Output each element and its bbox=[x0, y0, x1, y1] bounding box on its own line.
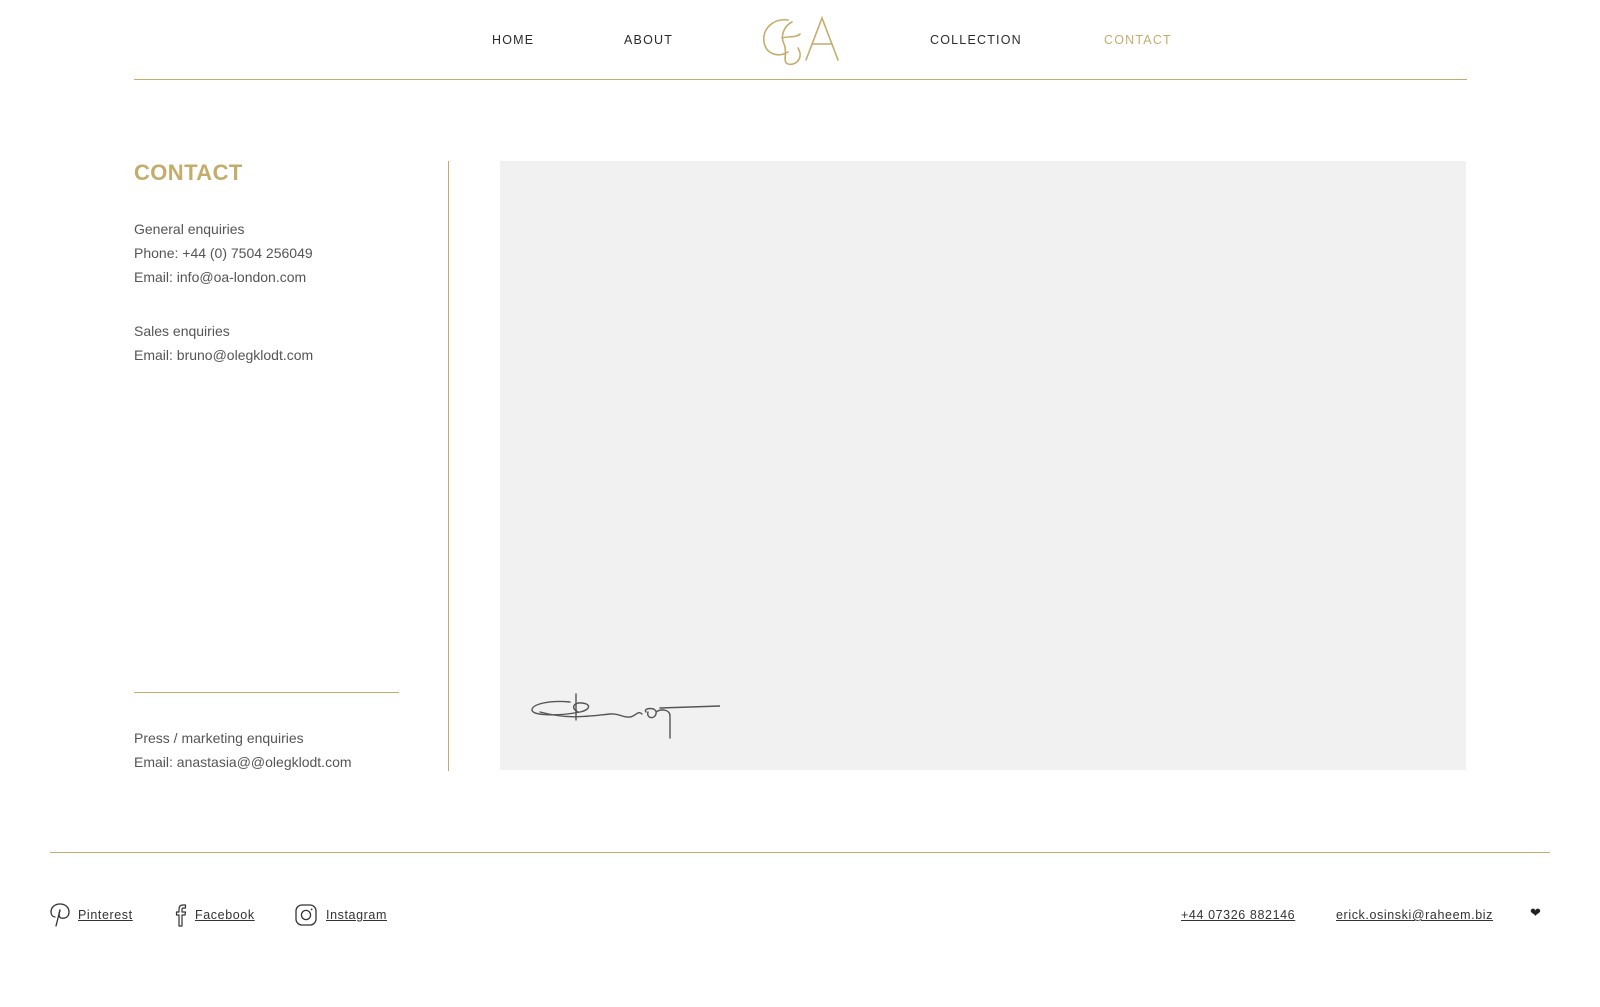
nav-contact-link[interactable]: CONTACT bbox=[1104, 33, 1172, 47]
general-enquiries-heading: General enquiries bbox=[134, 221, 245, 237]
press-email[interactable]: Email: anastasia@@olegklodt.com bbox=[134, 750, 352, 774]
general-email[interactable]: Email: info@oa-london.com bbox=[134, 265, 313, 289]
press-enquiries-block: Press / marketing enquiries Email: anast… bbox=[134, 726, 352, 774]
pinterest-link-group[interactable]: Pinterest bbox=[50, 903, 133, 927]
facebook-link-group[interactable]: Facebook bbox=[173, 903, 255, 927]
contact-divider bbox=[134, 692, 399, 693]
nav-home-link[interactable]: HOME bbox=[492, 33, 534, 47]
pinterest-link[interactable]: Pinterest bbox=[78, 908, 133, 922]
instagram-link-group[interactable]: Instagram bbox=[294, 903, 387, 927]
nav-collection-link[interactable]: COLLECTION bbox=[930, 33, 1022, 47]
sales-enquiries-block: Sales enquiries Email: bruno@olegklodt.c… bbox=[134, 319, 313, 367]
general-phone[interactable]: Phone: +44 (0) 7504 256049 bbox=[134, 241, 313, 265]
heart-icon[interactable]: ❤ bbox=[1530, 905, 1541, 921]
page-title: CONTACT bbox=[134, 160, 243, 185]
oa-logo[interactable] bbox=[758, 12, 842, 68]
facebook-link[interactable]: Facebook bbox=[195, 908, 255, 922]
footer-phone-link[interactable]: +44 07326 882146 bbox=[1181, 908, 1295, 922]
top-navigation: HOME ABOUT COLLECTION CONTACT bbox=[0, 0, 1600, 80]
footer-email-group[interactable]: erick.osinski@raheem.biz bbox=[1336, 903, 1493, 927]
vertical-divider bbox=[448, 161, 449, 771]
pinterest-icon bbox=[50, 903, 70, 927]
general-enquiries-block: General enquiries Phone: +44 (0) 7504 25… bbox=[134, 217, 313, 289]
footer-phone-group[interactable]: +44 07326 882146 bbox=[1181, 903, 1295, 927]
press-enquiries-heading: Press / marketing enquiries bbox=[134, 730, 304, 746]
facebook-icon bbox=[175, 904, 187, 927]
nav-divider bbox=[134, 79, 1467, 80]
image-panel bbox=[500, 161, 1466, 770]
footer-divider bbox=[50, 852, 1550, 853]
instagram-link[interactable]: Instagram bbox=[326, 908, 387, 922]
footer-email-link[interactable]: erick.osinski@raheem.biz bbox=[1336, 908, 1493, 922]
signature-icon bbox=[531, 693, 720, 739]
sales-enquiries-heading: Sales enquiries bbox=[134, 323, 230, 339]
nav-about-link[interactable]: ABOUT bbox=[624, 33, 673, 47]
instagram-icon bbox=[295, 904, 317, 926]
sales-email[interactable]: Email: bruno@olegklodt.com bbox=[134, 343, 313, 367]
